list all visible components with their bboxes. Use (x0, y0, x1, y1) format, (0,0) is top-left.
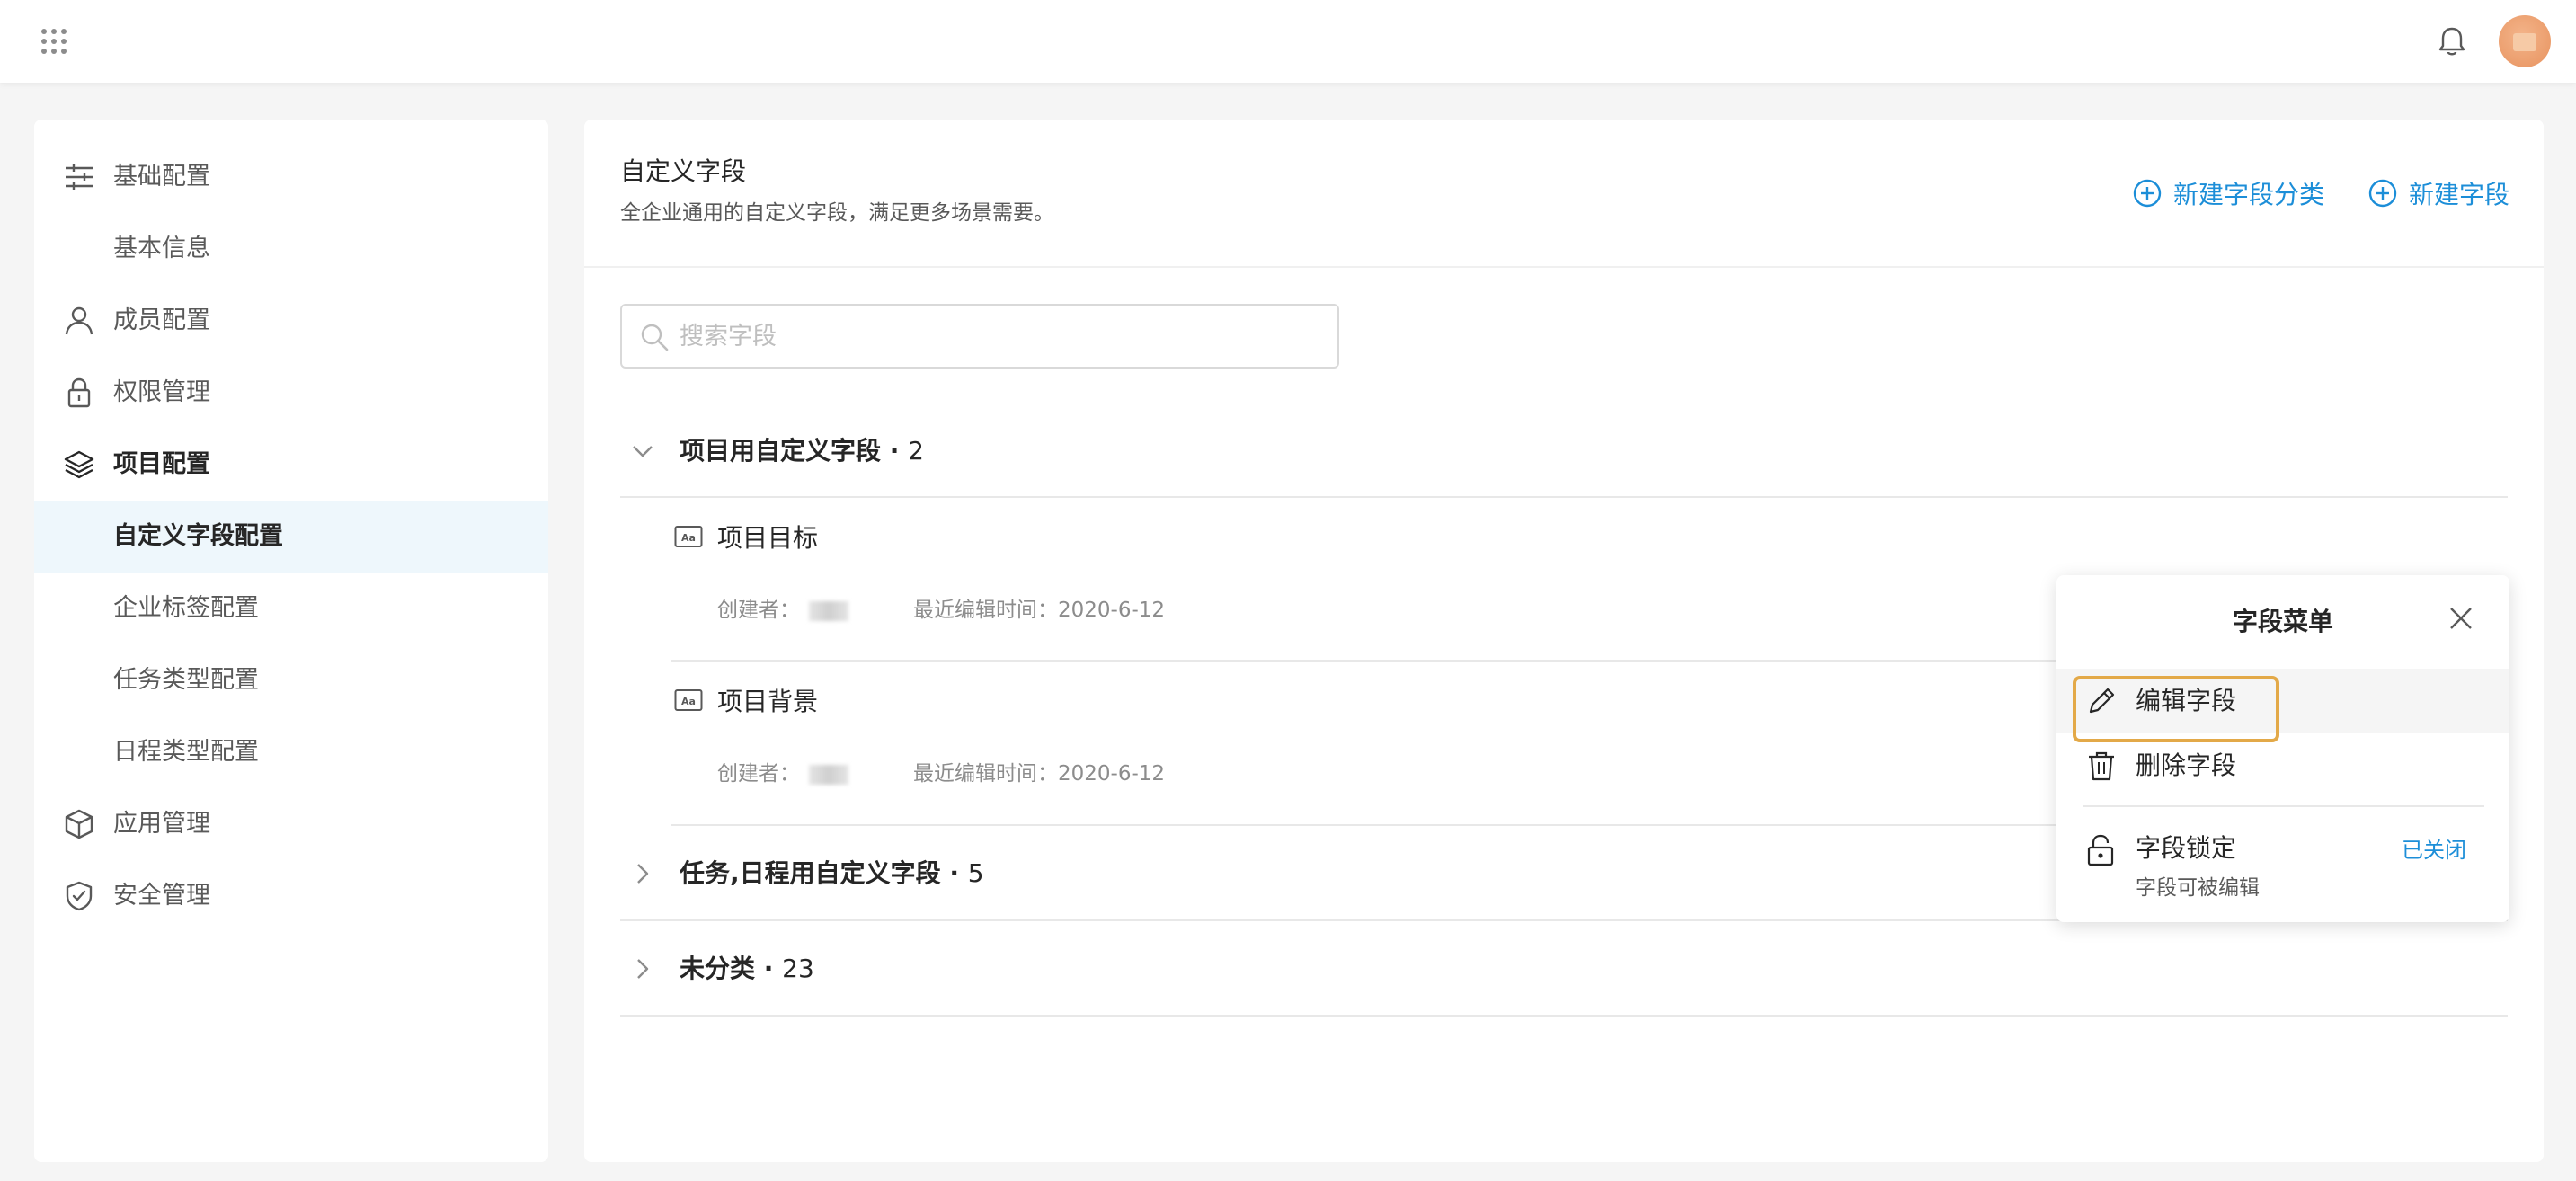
delete-field-menu-item[interactable]: 删除字段 (2056, 733, 2509, 798)
new-field-category-label: 新建字段分类 (2173, 180, 2325, 209)
sidebar-item-custom-fields[interactable]: 自定义字段配置 (34, 501, 548, 573)
sidebar-item-basic-config[interactable]: 基础配置 (34, 141, 548, 213)
field-name: 项目目标 (717, 523, 819, 553)
apps-grid-icon[interactable] (40, 27, 68, 56)
field-menu-popup: 字段菜单 编辑字段 删除字段 字段锁定 字段可被编辑 已关闭 (2056, 575, 2509, 922)
search-icon (641, 324, 669, 351)
sidebar-item-app-management[interactable]: 应用管理 (34, 788, 548, 860)
search-input[interactable] (680, 315, 1309, 358)
group-title-text: 任务,日程用自定义字段 · (680, 858, 968, 888)
new-field-button[interactable]: 新建字段 (2367, 175, 2509, 211)
new-field-category-button[interactable]: 新建字段分类 (2132, 175, 2324, 211)
cube-icon (65, 809, 93, 839)
sidebar-item-label: 基础配置 (113, 163, 210, 191)
sidebar-item-label: 成员配置 (113, 306, 210, 334)
sidebar-item-security[interactable]: 安全管理 (34, 860, 548, 932)
avatar-face (2513, 33, 2536, 51)
sidebar-item-task-types[interactable]: 任务类型配置 (34, 644, 548, 716)
sidebar-item-member-config[interactable]: 成员配置 (34, 285, 548, 357)
page-title: 自定义字段 (620, 156, 747, 186)
plus-circle-icon (2133, 179, 2162, 208)
svg-text:Aa: Aa (681, 696, 696, 707)
sidebar-item-label: 安全管理 (113, 882, 210, 910)
edit-field-menu-item[interactable]: 编辑字段 (2056, 669, 2509, 733)
group-title: 未分类 · 23 (680, 942, 814, 996)
sidebar-item-enterprise-tags[interactable]: 企业标签配置 (34, 573, 548, 644)
field-edited-time: 最近编辑时间：2020-6-12 (913, 599, 1166, 622)
new-field-label: 新建字段 (2409, 180, 2510, 209)
svg-text:Aa: Aa (681, 532, 696, 544)
avatar[interactable] (2499, 15, 2551, 67)
sidebar-item-label: 任务类型配置 (113, 666, 259, 694)
sliders-icon (66, 164, 93, 190)
top-bar (0, 0, 2576, 83)
sidebar-item-label: 企业标签配置 (113, 594, 259, 622)
field-lock-toggle[interactable]: 已关闭 (2402, 832, 2466, 864)
unlock-icon (2087, 834, 2114, 866)
sidebar-item-schedule-types[interactable]: 日程类型配置 (34, 716, 548, 788)
divider (2083, 805, 2484, 807)
sidebar: 基础配置 基本信息 成员配置 权限管理 项目配置 自定义字段配置 企业标签配置 … (34, 120, 548, 1162)
group-title-text: 未分类 · (680, 954, 783, 983)
field-creator: 创建者： (717, 756, 848, 786)
bell-icon[interactable] (2434, 23, 2470, 59)
text-field-icon: Aa (674, 526, 703, 547)
trash-icon (2089, 751, 2114, 781)
search-box[interactable] (620, 304, 1339, 369)
delete-field-label: 删除字段 (2136, 750, 2237, 780)
blurred-creator-name (809, 600, 848, 621)
group-count: 5 (967, 858, 984, 888)
chevron-right-icon (637, 959, 649, 979)
field-lock-row: 字段锁定 字段可被编辑 已关闭 (2056, 820, 2509, 901)
group-uncategorized[interactable]: 未分类 · 23 (620, 942, 2508, 996)
pencil-icon (2089, 688, 2115, 714)
sidebar-item-permissions[interactable]: 权限管理 (34, 357, 548, 429)
field-lock-subtitle: 字段可被编辑 (2136, 876, 2260, 900)
sidebar-item-project-config[interactable]: 项目配置 (34, 429, 548, 501)
sidebar-item-label: 自定义字段配置 (113, 522, 283, 550)
sidebar-item-label: 日程类型配置 (113, 738, 259, 766)
text-field-icon: Aa (674, 689, 703, 711)
layers-icon (64, 450, 94, 479)
field-name: 项目背景 (717, 687, 819, 716)
plus-circle-icon (2368, 179, 2397, 208)
group-count: 23 (782, 954, 814, 983)
page-description: 全企业通用的自定义字段，满足更多场景需要。 (620, 201, 1054, 225)
chevron-right-icon (637, 864, 649, 884)
popup-title: 字段菜单 (2232, 607, 2333, 636)
field-lock-title: 字段锁定 (2136, 833, 2237, 863)
field-creator: 创建者： (717, 592, 848, 623)
sidebar-item-label: 权限管理 (113, 378, 210, 406)
header-divider (584, 266, 2544, 268)
group-title: 任务,日程用自定义字段 · 5 (680, 847, 984, 901)
chevron-down-icon (633, 446, 653, 457)
group-count: 2 (908, 436, 924, 466)
field-creator-label: 创建者： (717, 762, 800, 786)
group-title-text: 项目用自定义字段 · (680, 436, 909, 466)
field-creator-label: 创建者： (717, 599, 800, 622)
sidebar-item-label: 应用管理 (113, 810, 210, 838)
sidebar-item-label: 项目配置 (113, 450, 210, 478)
user-icon (65, 306, 93, 335)
divider (620, 1015, 2508, 1017)
shield-icon (66, 881, 93, 911)
close-icon[interactable] (2447, 604, 2475, 633)
group-project-fields[interactable]: 项目用自定义字段 · 2 (620, 424, 2508, 478)
sidebar-item-basic-info[interactable]: 基本信息 (34, 213, 548, 285)
group-title: 项目用自定义字段 · 2 (680, 424, 924, 478)
sidebar-item-label: 基本信息 (113, 235, 210, 262)
blurred-creator-name (809, 764, 848, 785)
edit-field-label: 编辑字段 (2136, 686, 2237, 715)
field-edited-time: 最近编辑时间：2020-6-12 (913, 762, 1166, 786)
lock-icon (67, 377, 91, 408)
